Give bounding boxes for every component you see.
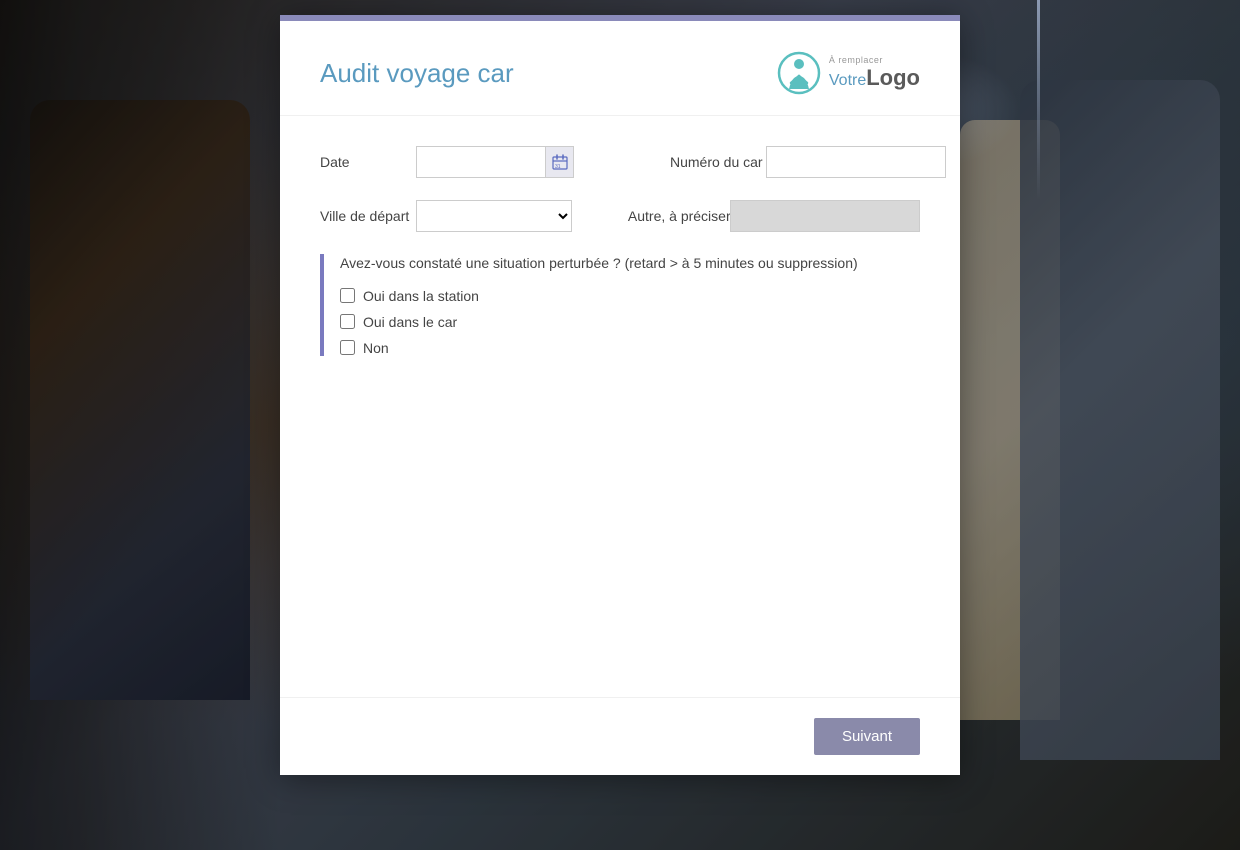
numero-input[interactable] — [766, 146, 946, 178]
checkbox-oui-car: Oui dans le car — [340, 314, 920, 330]
logo-text-area: À remplacer VotreLogo — [829, 55, 920, 91]
non-checkbox[interactable] — [340, 340, 355, 355]
oui-car-label[interactable]: Oui dans le car — [363, 314, 457, 330]
oui-station-label[interactable]: Oui dans la station — [363, 288, 479, 304]
ville-select[interactable] — [416, 200, 572, 232]
oui-station-checkbox[interactable] — [340, 288, 355, 303]
logo-votre-text: Votre — [829, 72, 866, 89]
logo-icon — [777, 51, 821, 95]
question-text: Avez-vous constaté une situation perturb… — [340, 254, 920, 274]
ville-label: Ville de départ — [320, 208, 400, 224]
date-input[interactable] — [416, 146, 546, 178]
autre-label: Autre, à préciser... — [628, 208, 714, 224]
checkbox-non: Non — [340, 340, 920, 356]
question-section: Avez-vous constaté une situation perturb… — [320, 254, 920, 356]
audit-form-modal: Audit voyage car À remplacer VotreLogo D… — [280, 15, 960, 775]
non-label[interactable]: Non — [363, 340, 389, 356]
svg-text:31: 31 — [555, 164, 561, 170]
logo-name: VotreLogo — [829, 65, 920, 91]
modal-footer: Suivant — [280, 697, 960, 775]
date-numero-row: Date 31 Numéro du car — [320, 146, 920, 178]
page-title: Audit voyage car — [320, 58, 514, 89]
logo-logo-text: Logo — [866, 65, 920, 90]
modal-header: Audit voyage car À remplacer VotreLogo — [280, 21, 960, 116]
suivant-button[interactable]: Suivant — [814, 718, 920, 755]
date-label: Date — [320, 154, 400, 170]
ville-autre-row: Ville de départ Autre, à préciser... — [320, 200, 920, 232]
date-input-wrapper: 31 — [416, 146, 574, 178]
calendar-icon[interactable]: 31 — [546, 146, 574, 178]
checkbox-oui-station: Oui dans la station — [340, 288, 920, 304]
autre-input[interactable] — [730, 200, 920, 232]
logo-area: À remplacer VotreLogo — [777, 51, 920, 95]
numero-label: Numéro du car — [670, 154, 750, 170]
logo-remplacer-label: À remplacer — [829, 55, 883, 65]
oui-car-checkbox[interactable] — [340, 314, 355, 329]
modal-body: Date 31 Numéro du car Ville de départ — [280, 116, 960, 697]
